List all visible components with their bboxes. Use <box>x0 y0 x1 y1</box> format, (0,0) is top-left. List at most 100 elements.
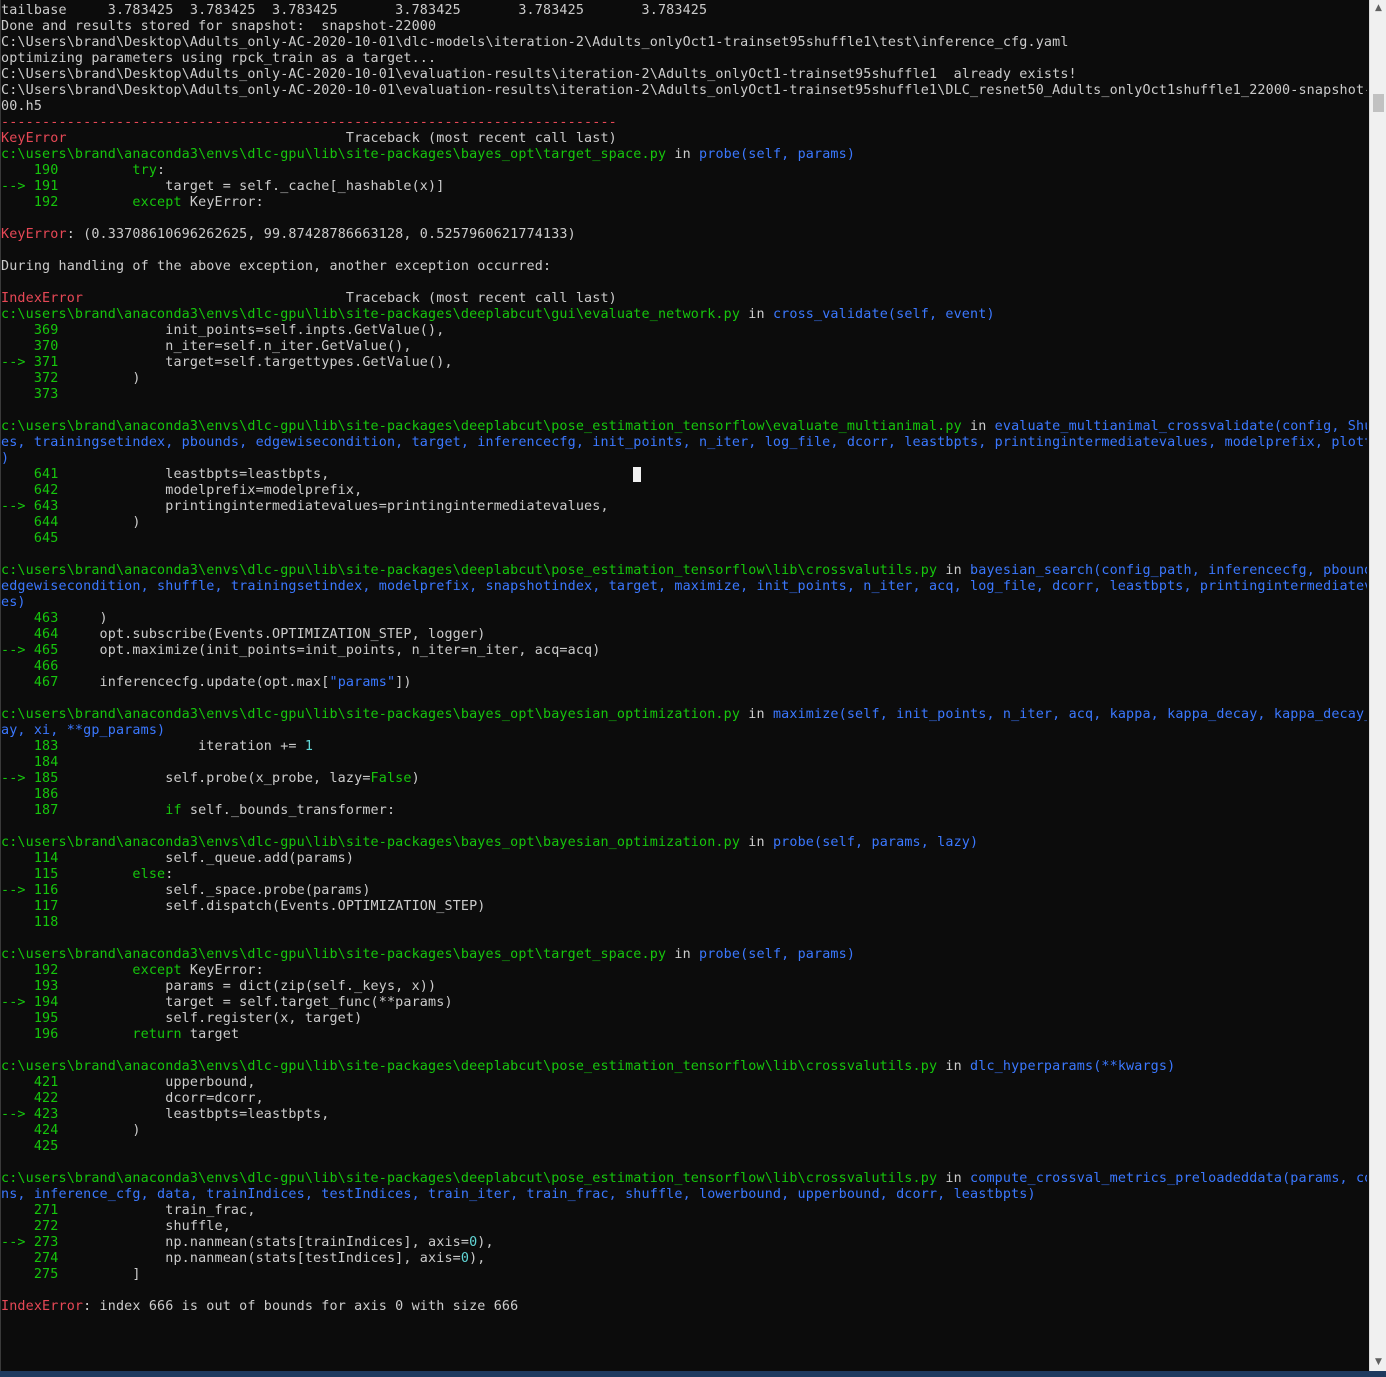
console-line: 466 <box>1 659 1367 675</box>
console-text: target = self.target_func(**params) <box>58 995 453 1010</box>
console-line: 192 except KeyError: <box>1 195 1367 211</box>
console-text: --> 194 <box>1 995 59 1010</box>
console-text: 467 <box>1 675 59 690</box>
console-text: in <box>937 1059 971 1074</box>
console-line: --> 643 printingintermediatevalues=print… <box>1 499 1367 515</box>
console-text: 187 <box>1 803 59 818</box>
console-line: IndexError Traceback (most recent call l… <box>1 291 1367 307</box>
console-text: c:\users\brand\anaconda3\envs\dlc-gpu\li… <box>1 563 938 578</box>
console-text: --> 273 <box>1 1235 59 1250</box>
console-text: 195 <box>1 1011 59 1026</box>
console-text: target <box>181 1027 240 1042</box>
console-text: dlc_hyperparams(**kwargs) <box>970 1059 1176 1074</box>
console-text: leastbpts=leastbpts, <box>58 1107 330 1122</box>
console-text: 641 <box>1 467 59 482</box>
console-text: in <box>740 835 773 850</box>
console-text: np.nanmean(stats[trainIndices], axis= <box>58 1235 470 1250</box>
console-line: 183 iteration += 1 <box>1 739 1367 755</box>
console-text: opt.maximize(init_points=init_points, n_… <box>58 643 601 658</box>
console-line: 645 <box>1 531 1367 547</box>
console-text: 369 <box>1 323 59 338</box>
console-line: 467 inferencecfg.update(opt.max["params"… <box>1 675 1367 691</box>
console-line: C:\Users\brand\Desktop\Adults_only-AC-20… <box>1 83 1367 99</box>
console-text: c:\users\brand\anaconda3\envs\dlc-gpu\li… <box>1 419 962 434</box>
console-text: KeyError <box>1 131 67 146</box>
console-text: except <box>132 195 182 210</box>
console-text: During handling of the above exception, … <box>1 259 552 274</box>
console-line: tailbase 3.783425 3.783425 3.783425 3.78… <box>1 3 1367 19</box>
console-line: c:\users\brand\anaconda3\envs\dlc-gpu\li… <box>1 947 1367 963</box>
console-text: if <box>165 803 182 818</box>
console-text: leastbpts=leastbpts, <box>58 467 330 482</box>
console-text: edgewisecondition, shuffle, trainingseti… <box>1 579 1367 594</box>
console-text: --> 643 <box>1 499 59 514</box>
scroll-thumb[interactable] <box>1373 94 1384 112</box>
console-text: : <box>165 867 174 882</box>
scroll-down-arrow-icon[interactable]: ▼ <box>1370 1354 1386 1371</box>
console-text: 422 <box>1 1091 59 1106</box>
console-text: in <box>740 307 773 322</box>
console-text: in <box>666 947 700 962</box>
console-text: --> 191 <box>1 179 59 194</box>
console-text: shuffle, <box>58 1219 231 1234</box>
console-text: inferencecfg.update(opt.max[ <box>58 675 330 690</box>
console-text: ) <box>58 611 108 626</box>
console-line: 641 leastbpts=leastbpts, <box>1 467 1367 483</box>
console-text: "params" <box>329 675 396 690</box>
console-line: c:\users\brand\anaconda3\envs\dlc-gpu\li… <box>1 1059 1367 1075</box>
console-text: ) <box>411 771 420 786</box>
console-text: 373 <box>1 387 59 402</box>
console-text: ) <box>1 451 10 466</box>
console-text: c:\users\brand\anaconda3\envs\dlc-gpu\li… <box>1 947 667 962</box>
console-line: 190 try: <box>1 163 1367 179</box>
console-line: IndexError: index 666 is out of bounds f… <box>1 1299 1367 1315</box>
console-text: 118 <box>1 915 59 930</box>
console-line: KeyError Traceback (most recent call las… <box>1 131 1367 147</box>
console-text: 644 <box>1 515 59 530</box>
console-text: c:\users\brand\anaconda3\envs\dlc-gpu\li… <box>1 707 741 722</box>
console-text: printingintermediatevalues=printinginter… <box>58 499 609 514</box>
console-text: 114 <box>1 851 59 866</box>
console-line: 370 n_iter=self.n_iter.GetValue(), <box>1 339 1367 355</box>
console-text: c:\users\brand\anaconda3\envs\dlc-gpu\li… <box>1 835 741 850</box>
console-line: --> 423 leastbpts=leastbpts, <box>1 1107 1367 1123</box>
console-line: es) <box>1 595 1367 611</box>
console-line: optimizing parameters using rpck_train a… <box>1 51 1367 67</box>
console-text: 463 <box>1 611 59 626</box>
vertical-scrollbar[interactable]: ▲ ▼ <box>1369 0 1386 1377</box>
console-text: 0 <box>460 1251 470 1266</box>
console-text: : index 666 is out of bounds for axis 0 … <box>83 1299 519 1314</box>
console-text: --> 465 <box>1 643 59 658</box>
console-text: train_frac, <box>58 1203 256 1218</box>
console-text: bayesian_search(config_path, inferencecf… <box>970 563 1367 578</box>
console-line: 193 params = dict(zip(self._keys, x)) <box>1 979 1367 995</box>
console-text: 372 <box>1 371 59 386</box>
console-line: 369 init_points=self.inpts.GetValue(), <box>1 323 1367 339</box>
console-text: tailbase 3.783425 3.783425 3.783425 3.78… <box>1 3 708 18</box>
console-text: --> 423 <box>1 1107 59 1122</box>
scroll-up-arrow-icon[interactable]: ▲ <box>1370 0 1386 17</box>
console-text: 370 <box>1 339 59 354</box>
console-text: 196 <box>1 1027 59 1042</box>
console-text: 192 <box>1 195 59 210</box>
console-line: C:\Users\brand\Desktop\Adults_only-AC-20… <box>1 67 1367 83</box>
console-line: 196 return target <box>1 1027 1367 1043</box>
console-text: Done and results stored for snapshot: sn… <box>1 19 437 34</box>
console-text: self.probe(x_probe, lazy= <box>58 771 371 786</box>
console-text: target=self.targettypes.GetValue(), <box>58 355 453 370</box>
console-text: --> 185 <box>1 771 59 786</box>
console-text: ]) <box>395 675 412 690</box>
console-output[interactable]: tailbase 3.783425 3.783425 3.783425 3.78… <box>1 3 1367 1371</box>
console-text: 466 <box>1 659 59 674</box>
console-text: IndexError <box>1 291 84 306</box>
console-line: es, trainingsetindex, pbounds, edgewisec… <box>1 435 1367 451</box>
